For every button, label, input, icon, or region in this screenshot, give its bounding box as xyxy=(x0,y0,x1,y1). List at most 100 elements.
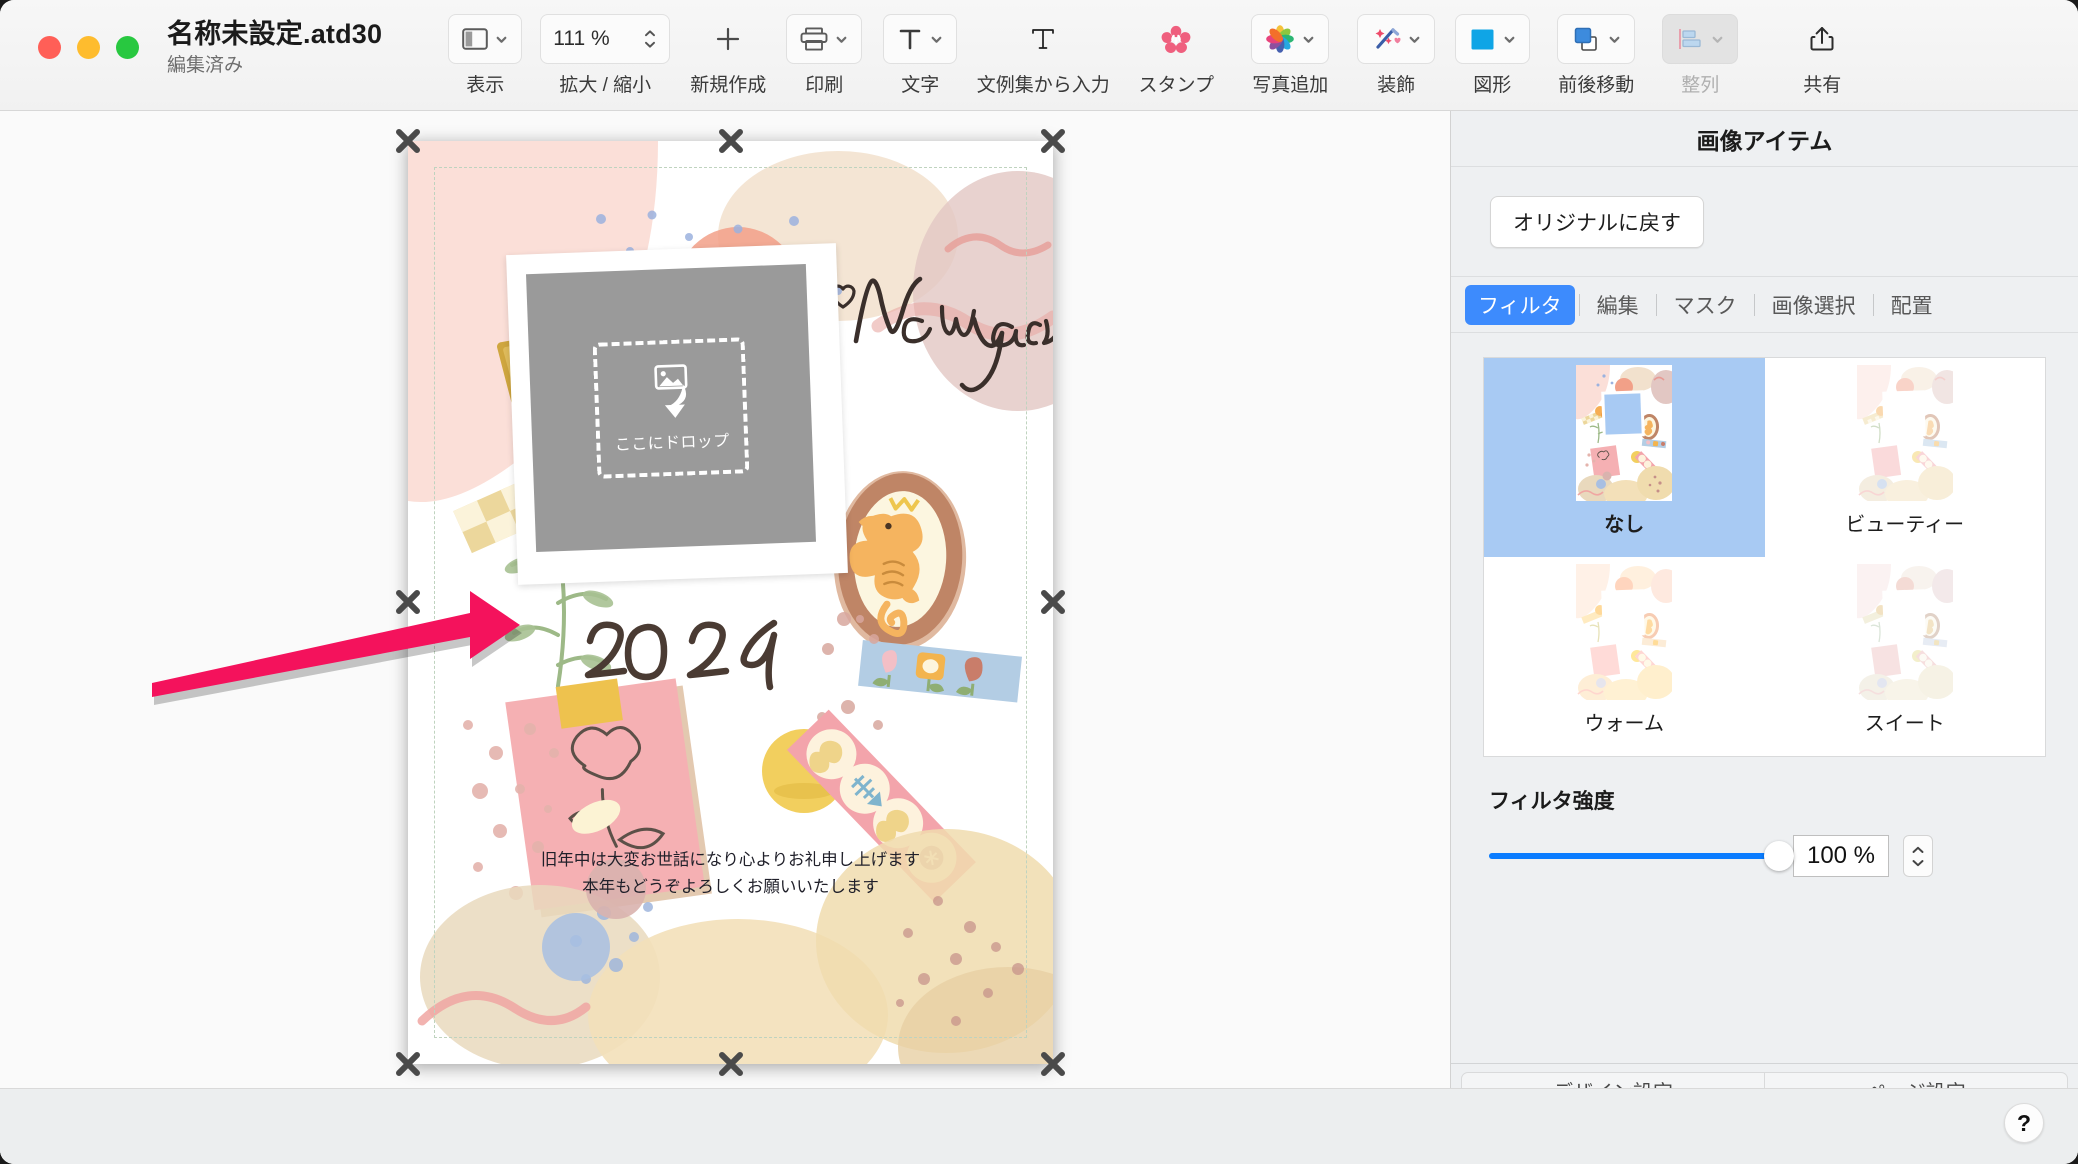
selection-handle-bottom-left[interactable] xyxy=(395,1051,421,1077)
toolbar-item-align[interactable]: 整列 xyxy=(1654,0,1746,97)
filter-thumbnail xyxy=(1576,564,1673,700)
tab-mask[interactable]: マスク xyxy=(1661,285,1750,325)
align-icon xyxy=(1679,29,1701,49)
minimize-button[interactable] xyxy=(77,36,100,59)
selection-handle-top-right[interactable] xyxy=(1040,128,1066,154)
toolbar-item-decoration[interactable]: 装飾 xyxy=(1348,0,1444,97)
statusbar: ? xyxy=(0,1088,2078,1164)
selection-handle-bottom-right[interactable] xyxy=(1040,1051,1066,1077)
toolbar-item-view[interactable]: 表示 xyxy=(442,0,528,97)
toolbar-label-new: 新規作成 xyxy=(690,75,767,96)
canvas-area[interactable]: ここにドロップ 旧年中は大変お世話になり心よりお礼申し上げます 本年もどうぞよろ… xyxy=(0,111,1450,1164)
text-T-icon xyxy=(899,29,921,50)
toolbar-label-stamp: スタンプ xyxy=(1138,75,1214,96)
app-window: 名称未設定.atd30 編集済み 表示 111 % 拡大 / 縮小 新規作成 印… xyxy=(0,0,2078,1164)
toolbar-label-print: 印刷 xyxy=(805,75,844,96)
view-button[interactable] xyxy=(448,14,523,64)
slider-fill xyxy=(1489,853,1779,859)
postcard-canvas[interactable]: ここにドロップ 旧年中は大変お世話になり心よりお礼申し上げます 本年もどうぞよろ… xyxy=(396,129,1065,1076)
filter-option-warm[interactable]: ウォーム xyxy=(1484,557,1765,756)
decoration-button[interactable] xyxy=(1357,14,1436,64)
toolbar-item-phrases[interactable]: 文例集から入力 xyxy=(968,0,1118,97)
filter-strength-label: フィルタ強度 xyxy=(1489,790,1615,813)
layers-icon xyxy=(1574,27,1598,51)
align-button[interactable] xyxy=(1662,14,1739,64)
share-button[interactable] xyxy=(1795,14,1849,64)
postcard[interactable]: ここにドロップ 旧年中は大変お世話になり心よりお礼申し上げます 本年もどうぞよろ… xyxy=(408,141,1053,1064)
filter-strength-value[interactable]: 100 % xyxy=(1793,835,1889,877)
panel-tabs: フィルタ 編集 マスク 画像選択 配置 xyxy=(1451,277,2078,333)
greeting-line-1: 旧年中は大変お世話になり心よりお礼申し上げます xyxy=(540,850,921,869)
tab-image-select[interactable]: 画像選択 xyxy=(1759,285,1869,325)
phrases-button[interactable] xyxy=(1014,14,1072,64)
selection-handle-bottom-center[interactable] xyxy=(718,1051,744,1077)
filter-option-beauty[interactable]: ビューティー xyxy=(1765,358,2046,557)
selection-handle-top-left[interactable] xyxy=(395,128,421,154)
revert-to-original-button[interactable]: オリジナルに戻す xyxy=(1490,195,1704,248)
chevron-down-icon xyxy=(1912,859,1924,866)
text-button[interactable] xyxy=(883,14,958,64)
arrange-button[interactable] xyxy=(1557,14,1636,64)
toolbar-item-arrange[interactable]: 前後移動 xyxy=(1540,0,1652,97)
chevron-down-icon xyxy=(1712,36,1723,43)
stamp-button[interactable] xyxy=(1147,14,1205,64)
plum-flower-icon xyxy=(1161,25,1191,53)
tab-arrange[interactable]: 配置 xyxy=(1878,285,1946,325)
toolbar-item-stamp[interactable]: スタンプ xyxy=(1120,0,1232,97)
filter-strength-slider[interactable] xyxy=(1489,841,1794,871)
filter-label: なし xyxy=(1604,514,1645,536)
selection-handle-middle-left[interactable] xyxy=(395,589,421,615)
chevron-down-icon xyxy=(836,36,847,43)
drop-target-label: ここにドロップ xyxy=(614,432,730,455)
panel-title: 画像アイテム xyxy=(1451,111,2078,167)
filter-strength-row: 100 % xyxy=(1489,835,2078,877)
toolbar-label-shape: 図形 xyxy=(1473,75,1512,96)
card-greeting-text[interactable]: 旧年中は大変お世話になり心よりお礼申し上げます 本年もどうぞよろしくお願いいたし… xyxy=(408,847,1053,900)
toolbar-item-shape[interactable]: 図形 xyxy=(1446,0,1538,97)
titlebar: 名称未設定.atd30 編集済み 表示 111 % 拡大 / 縮小 新規作成 印… xyxy=(0,0,2078,111)
chevron-up-icon xyxy=(1912,846,1924,853)
blue-square-icon xyxy=(1471,29,1494,49)
zoom-stepper-arrows[interactable] xyxy=(643,29,657,49)
new-button[interactable] xyxy=(700,14,756,64)
toolbar-item-zoom[interactable]: 111 % 拡大 / 縮小 xyxy=(530,0,680,97)
toolbar-label-align: 整列 xyxy=(1681,75,1720,96)
toolbar-label-decoration: 装飾 xyxy=(1377,75,1416,96)
shape-button[interactable] xyxy=(1454,14,1530,64)
toolbar-item-add-photo[interactable]: 写真追加 xyxy=(1234,0,1346,97)
selection-handle-middle-right[interactable] xyxy=(1040,589,1066,615)
add-photo-button[interactable] xyxy=(1251,14,1330,64)
help-button[interactable]: ? xyxy=(2004,1103,2044,1143)
drop-target[interactable]: ここにドロップ xyxy=(592,337,750,479)
chevron-down-icon xyxy=(931,36,942,43)
tab-filter[interactable]: フィルタ xyxy=(1465,284,1575,325)
zoom-button[interactable] xyxy=(116,36,139,59)
toolbar-label-arrange: 前後移動 xyxy=(1558,75,1635,96)
selection-handle-top-center[interactable] xyxy=(718,128,744,154)
tab-edit[interactable]: 編集 xyxy=(1584,285,1652,325)
sidebar-icon xyxy=(462,28,489,50)
toolbar-item-share[interactable]: 共有 xyxy=(1774,0,1870,97)
filter-option-none[interactable]: なし xyxy=(1484,358,1765,557)
serif-T-icon xyxy=(1032,29,1055,49)
slider-knob[interactable] xyxy=(1764,841,1794,871)
toolbar-item-new[interactable]: 新規作成 xyxy=(682,0,774,97)
chevron-down-icon xyxy=(645,41,656,48)
toolbar-label-share: 共有 xyxy=(1803,75,1842,96)
print-button[interactable] xyxy=(786,14,863,64)
tab-separator xyxy=(1753,293,1755,316)
filter-option-sweet[interactable]: スイート xyxy=(1765,557,2046,756)
printer-icon xyxy=(800,27,828,51)
toolbar-item-text[interactable]: 文字 xyxy=(874,0,966,97)
close-button[interactable] xyxy=(38,36,61,59)
toolbar-item-print[interactable]: 印刷 xyxy=(776,0,872,97)
toolbar-label-zoom: 拡大 / 縮小 xyxy=(559,75,652,96)
filter-strength-stepper[interactable] xyxy=(1903,835,1933,877)
chevron-down-icon xyxy=(1303,36,1314,43)
toolbar: 表示 111 % 拡大 / 縮小 新規作成 印刷 文字 文例集から入力 スタンプ… xyxy=(442,0,1870,97)
image-item-placeholder[interactable]: ここにドロップ xyxy=(526,263,816,553)
zoom-value: 111 % xyxy=(553,27,610,50)
magic-wand-icon xyxy=(1375,28,1401,49)
zoom-stepper[interactable]: 111 % xyxy=(540,14,671,64)
chevron-up-icon xyxy=(645,30,656,37)
